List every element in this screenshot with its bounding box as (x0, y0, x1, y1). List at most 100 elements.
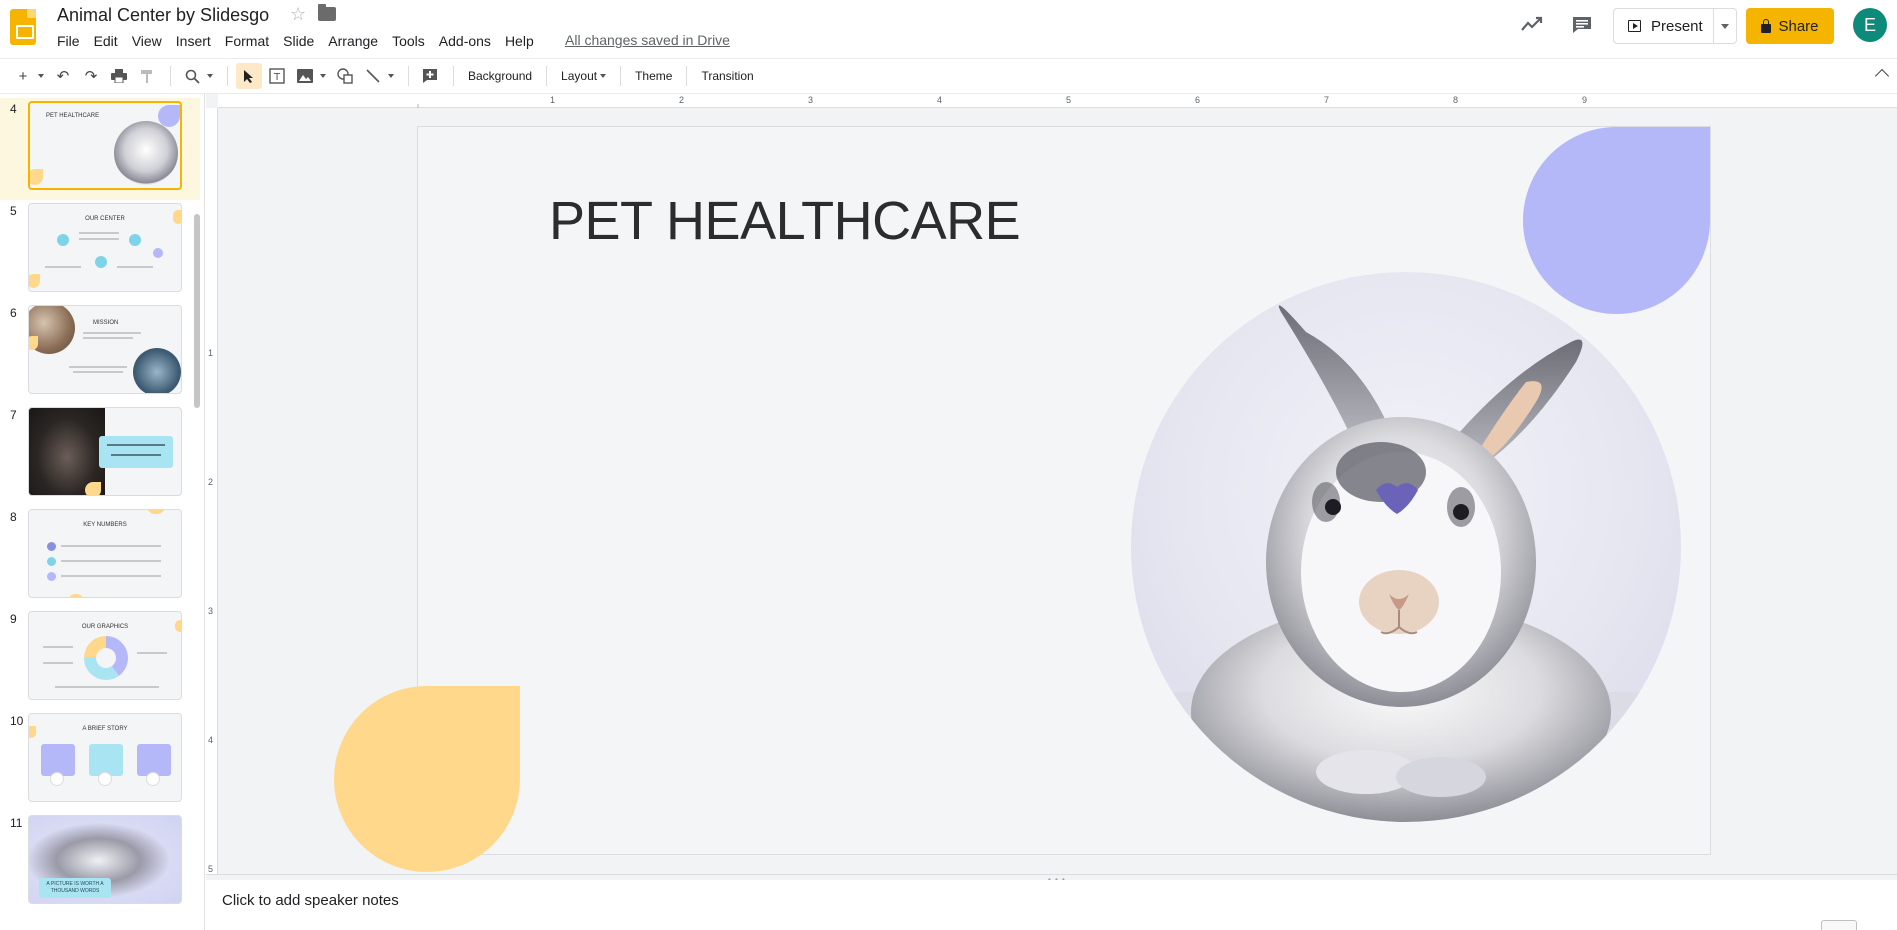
document-title[interactable]: Animal Center by Slidesgo (57, 5, 269, 26)
print-icon[interactable] (106, 63, 132, 89)
menu-edit[interactable]: Edit (87, 31, 125, 51)
slide-thumbnail: MISSION (28, 305, 182, 394)
activity-trend-icon[interactable] (1521, 15, 1543, 33)
ruler-ticks (417, 104, 419, 108)
speaker-notes-placeholder[interactable]: Click to add speaker notes (222, 892, 399, 909)
slide-thumb-4[interactable]: 4 PET HEALTHCARE (0, 98, 200, 200)
yellow-drop-shape[interactable] (334, 686, 520, 872)
purple-drop-shape[interactable] (1523, 127, 1710, 314)
shape-icon[interactable] (332, 63, 358, 89)
share-button[interactable]: Share (1746, 8, 1834, 44)
thumb-title: OUR CENTER (85, 216, 125, 222)
ruler-mark: 2 (208, 477, 214, 487)
thumb-decoration (47, 542, 56, 551)
account-avatar[interactable]: E (1853, 8, 1887, 42)
menu-format[interactable]: Format (218, 31, 276, 51)
line-icon[interactable] (360, 63, 386, 89)
thumb-text-line (43, 646, 73, 648)
folder-icon[interactable] (318, 4, 336, 21)
thumb-decoration (57, 234, 69, 246)
slide-thumbnail: KEY NUMBERS (28, 509, 182, 598)
thumb-title: KEY NUMBERS (83, 522, 127, 528)
thumb-caption: A PICTURE IS WORTH A THOUSAND WORDS (39, 878, 111, 898)
collapse-toolbar-icon[interactable] (1874, 68, 1890, 84)
new-slide-layout-dropdown[interactable] (38, 74, 44, 78)
toolbar-divider (620, 66, 622, 86)
chevron-down-icon (1721, 23, 1730, 29)
slide-thumb-8[interactable]: 8 KEY NUMBERS (0, 506, 200, 608)
background-button[interactable]: Background (462, 69, 538, 83)
thumb-text-line (79, 232, 119, 234)
zoom-icon[interactable] (179, 63, 205, 89)
line-dropdown[interactable] (388, 74, 394, 78)
slide-thumb-9[interactable]: 9 OUR GRAPHICS (0, 608, 200, 710)
slide-thumb-10[interactable]: 10 A BRIEF STORY (0, 710, 200, 812)
slide-number: 11 (10, 816, 23, 830)
star-icon[interactable]: ☆ (290, 4, 306, 25)
thumb-text-line (43, 662, 73, 664)
slide-thumbnail (28, 407, 182, 496)
thumb-photo (133, 348, 181, 393)
redo-icon[interactable]: ↷ (78, 63, 104, 89)
slide-thumb-5[interactable]: 5 OUR CENTER (0, 200, 200, 302)
present-button[interactable]: Present (1614, 9, 1715, 43)
filmstrip-scrollbar[interactable] (194, 214, 200, 408)
horizontal-ruler[interactable]: 1 2 3 4 5 6 7 8 9 (218, 94, 1897, 108)
slide-thumb-11[interactable]: 11 A PICTURE IS WORTH A THOUSAND WORDS (0, 812, 200, 914)
save-status[interactable]: All changes saved in Drive (565, 32, 730, 48)
thumb-text-line (137, 652, 167, 654)
ruler-mark: 5 (208, 864, 214, 874)
paint-format-icon[interactable] (134, 63, 160, 89)
toolbar-divider (408, 66, 409, 86)
new-slide-icon[interactable]: + (10, 63, 36, 89)
slide-thumb-7[interactable]: 7 (0, 404, 200, 506)
share-label: Share (1778, 17, 1819, 35)
select-cursor-icon[interactable] (236, 63, 262, 89)
explore-button[interactable] (1821, 920, 1857, 930)
slides-logo-icon[interactable] (10, 9, 36, 45)
slide-thumb-6[interactable]: 6 MISSION (0, 302, 200, 404)
slide-number: 10 (10, 714, 24, 728)
slide-canvas[interactable]: PET HEALTHCARE (334, 127, 1710, 872)
slide-filmstrip[interactable]: 4 PET HEALTHCARE 5 OUR CENTER 6 MISSION … (0, 94, 205, 930)
menu-tools[interactable]: Tools (385, 31, 432, 51)
header: Animal Center by Slidesgo ☆ File Edit Vi… (0, 0, 1897, 58)
thumb-decoration (158, 105, 180, 127)
ruler-mark: 1 (550, 95, 556, 105)
ruler-mark: 3 (808, 95, 814, 105)
zoom-dropdown[interactable] (207, 74, 213, 78)
thumb-decoration (146, 772, 160, 786)
ruler-mark: 2 (679, 95, 685, 105)
layout-button[interactable]: Layout (555, 69, 612, 83)
image-icon[interactable] (292, 63, 318, 89)
present-options-dropdown[interactable] (1714, 23, 1736, 29)
slide-title[interactable]: PET HEALTHCARE (549, 190, 1021, 252)
insert-comment-icon[interactable] (417, 63, 443, 89)
vertical-ruler[interactable]: 1 2 3 4 5 (206, 108, 218, 874)
thumb-decoration (47, 557, 56, 566)
slide-thumbnail: PET HEALTHCARE (28, 101, 182, 190)
menu-addons[interactable]: Add-ons (432, 31, 498, 51)
text-box-icon[interactable]: T (264, 63, 290, 89)
menu-file[interactable]: File (50, 31, 87, 51)
toolbar-divider (453, 66, 454, 86)
menu-slide[interactable]: Slide (276, 31, 321, 51)
slide-editor: 1 2 3 4 5 6 7 8 9 1 2 3 4 5 PET HEALTHCA… (206, 94, 1897, 874)
menu-view[interactable]: View (125, 31, 169, 51)
toolbar-divider (170, 66, 171, 86)
menu-insert[interactable]: Insert (169, 31, 218, 51)
theme-button[interactable]: Theme (629, 69, 678, 83)
thumb-text-line (45, 266, 81, 268)
slide-number: 5 (10, 204, 17, 218)
menu-help[interactable]: Help (498, 31, 541, 51)
thumb-decoration (129, 234, 141, 246)
thumb-decoration (50, 772, 64, 786)
speaker-notes-panel[interactable]: Click to add speaker notes (206, 880, 1897, 930)
rabbit-photo[interactable] (1131, 272, 1681, 822)
undo-icon[interactable]: ↶ (50, 63, 76, 89)
image-dropdown[interactable] (320, 74, 326, 78)
comment-icon[interactable] (1571, 15, 1593, 35)
thumb-title: A BRIEF STORY (82, 726, 128, 732)
menu-arrange[interactable]: Arrange (321, 31, 385, 51)
transition-button[interactable]: Transition (695, 69, 759, 83)
